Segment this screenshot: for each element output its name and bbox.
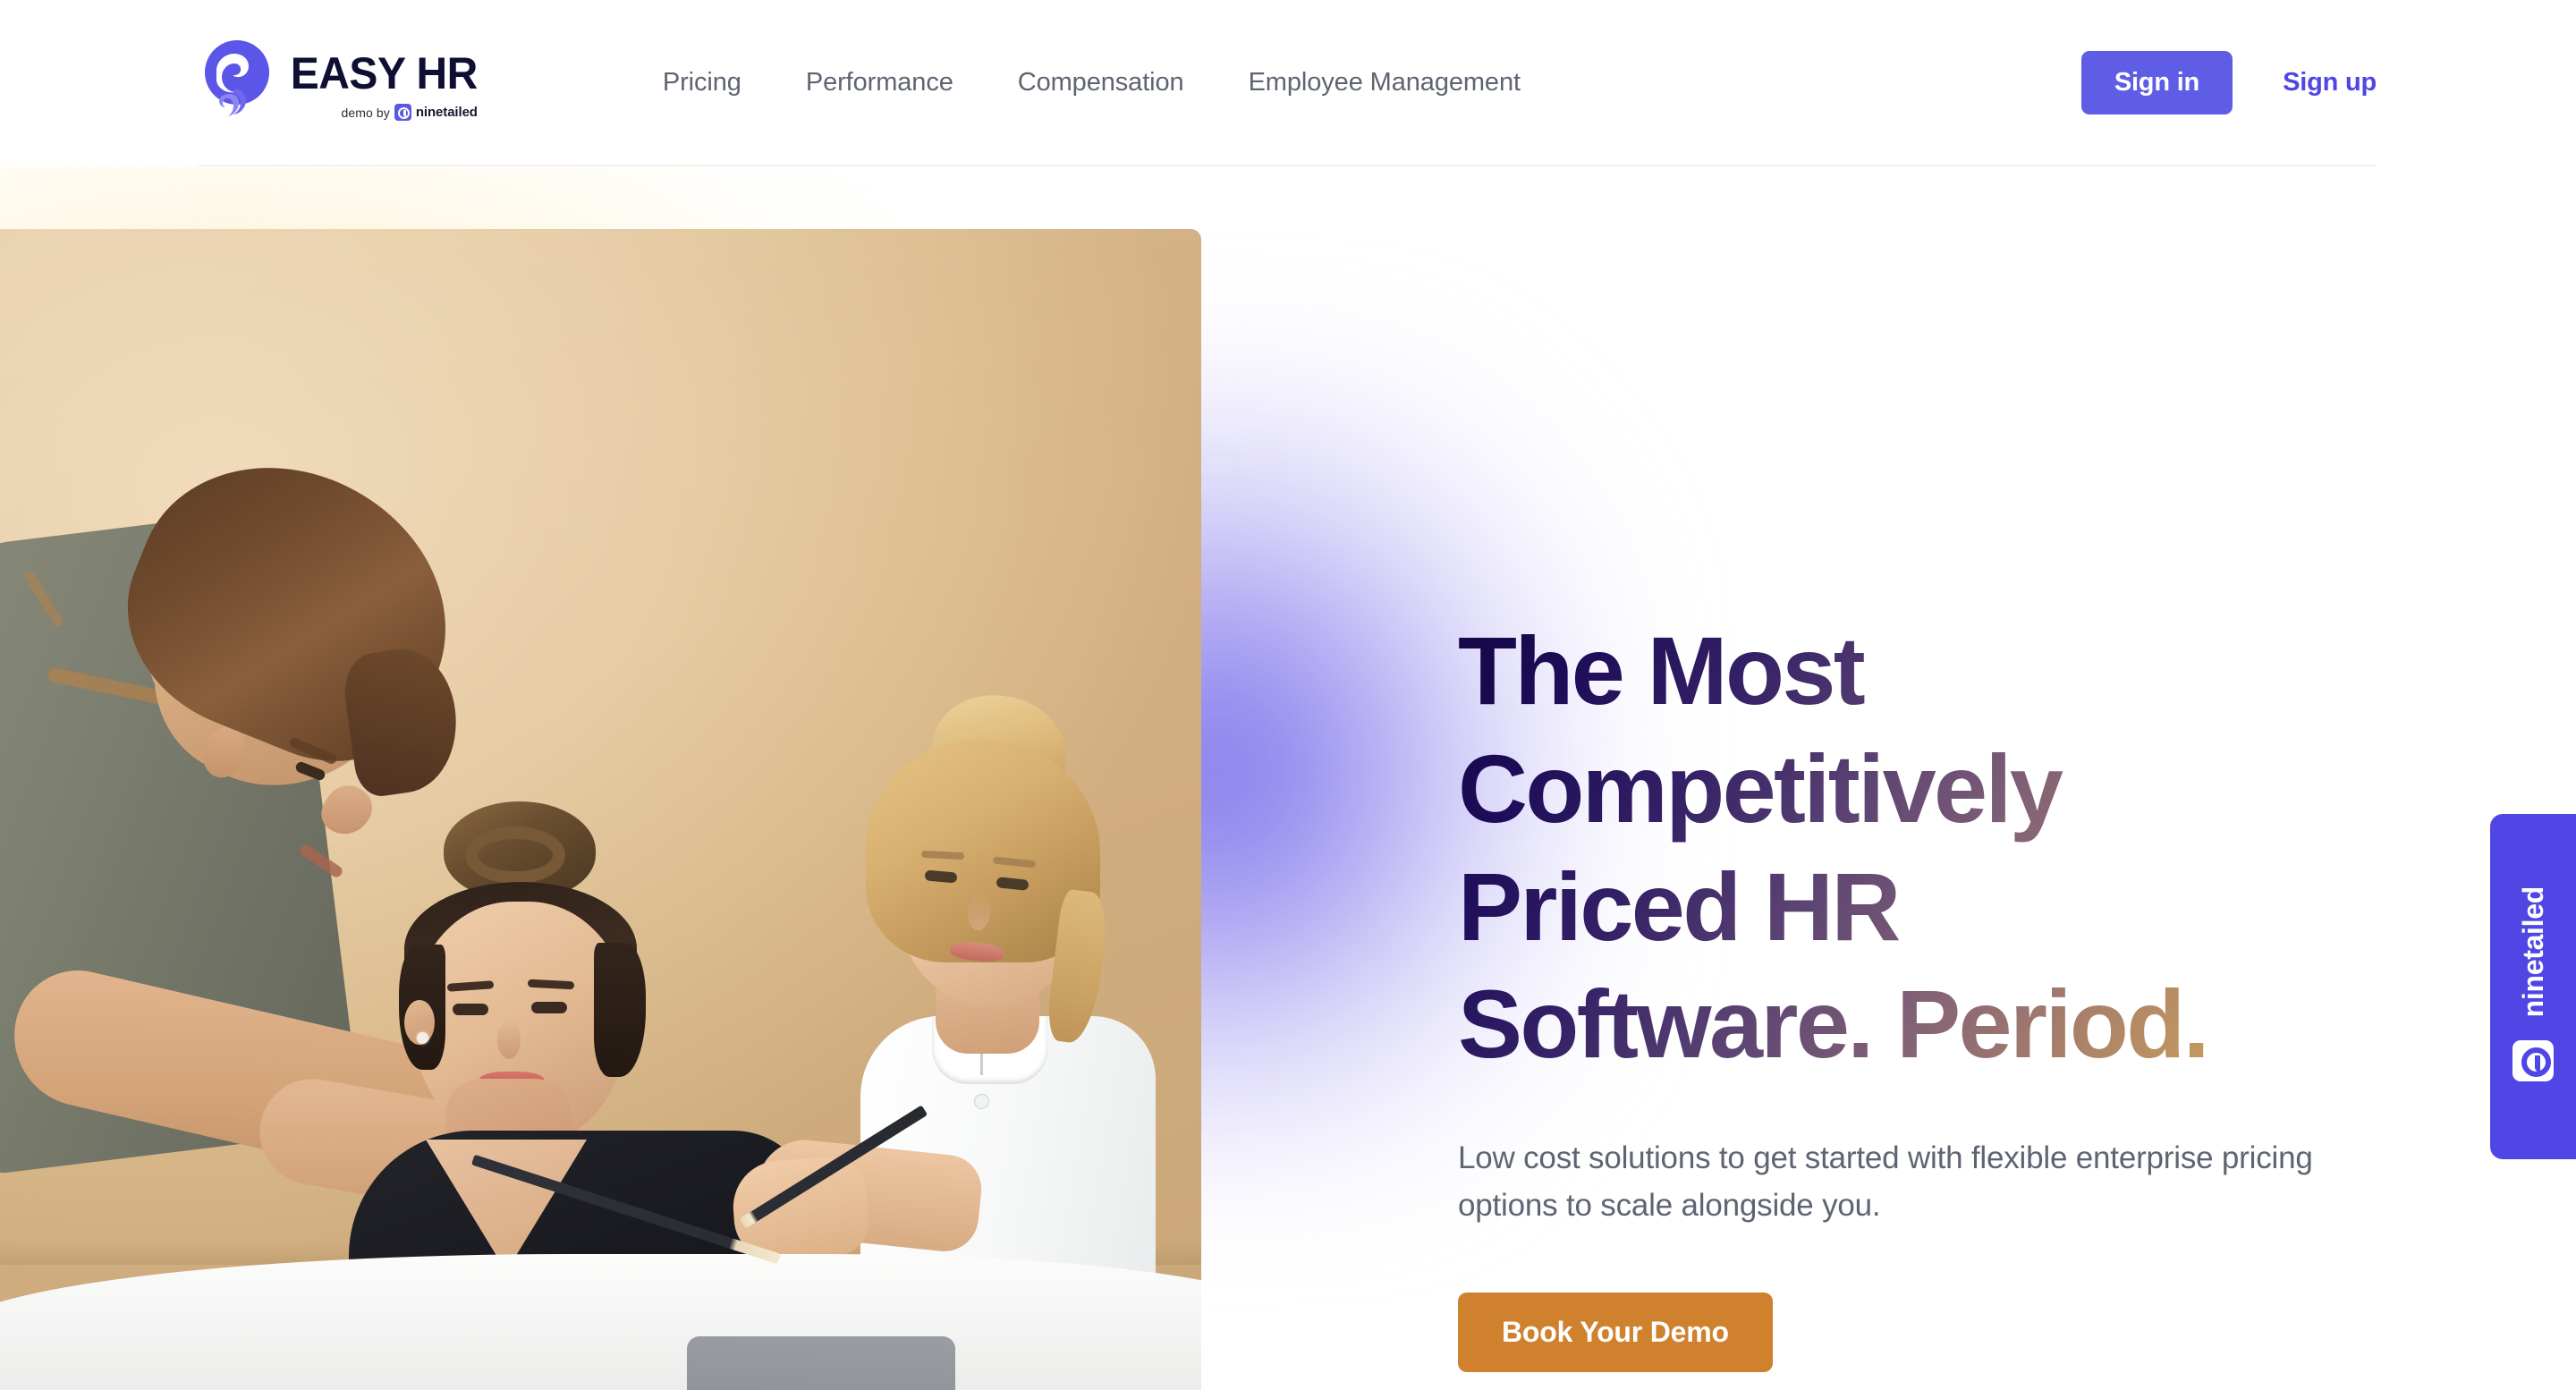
sign-in-button[interactable]: Sign in [2080,50,2233,114]
logo-easy-hr[interactable]: EASY HR demo by ninetailed [199,38,478,121]
logo-text-group: EASY HR demo by ninetailed [283,38,478,121]
logo-brand-name: ninetailed [415,105,478,120]
book-demo-button[interactable]: Book Your Demo [1458,1293,1773,1373]
hero-image [0,229,1201,1390]
nav-item-performance[interactable]: Performance [806,68,953,97]
ninetailed-badge-icon [2512,1040,2554,1082]
header-container: EASY HR demo by ninetailed Pricing Perfo… [199,0,2377,166]
hero-headline: The Most Competitively Priced HR Softwar… [1458,612,2379,1083]
landing-page: EASY HR demo by ninetailed Pricing Perfo… [0,0,2576,1390]
person-right-button [975,1095,988,1108]
hero-image-scene [0,229,1201,1390]
person-center-nose [497,1020,521,1059]
auth-actions: Sign in Sign up [2080,50,2377,114]
nav-item-pricing[interactable]: Pricing [663,68,741,97]
logo-subline: demo by ninetailed [341,104,478,121]
sign-up-link[interactable]: Sign up [2283,68,2377,97]
person-center-hair-right [594,943,646,1077]
hero-section: The Most Competitively Priced HR Softwar… [0,167,2576,1390]
ninetailed-badge-icon [394,104,411,121]
ninetailed-side-tab[interactable]: ninetailed [2490,814,2576,1159]
primary-nav: Pricing Performance Compensation Employe… [663,68,1521,97]
headline-line-2: Competitively [1458,733,2062,843]
hero-copy: The Most Competitively Priced HR Softwar… [1458,167,2379,1373]
side-tab-label: ninetailed [2516,886,2549,1018]
nav-item-compensation[interactable]: Compensation [1018,68,1184,97]
logo-demo-prefix: demo by [341,105,390,120]
headline-line-4: Software. Period. [1458,970,2207,1079]
desk-surface [0,1254,1201,1390]
ninetailed-swirl-icon [199,38,275,121]
person-center-eye-right [531,1002,567,1013]
headline-line-1: The Most [1458,616,1864,725]
person-center-hair-knot [465,826,565,884]
hero-cta-row: Book Your Demo [1458,1293,2379,1373]
nav-item-employee-management[interactable]: Employee Management [1249,68,1521,97]
person-center-earring [417,1032,428,1044]
hero-subcopy: Low cost solutions to get started with f… [1458,1140,2313,1224]
laptop-lid [687,1336,955,1390]
person-center-eye-left [453,1004,488,1015]
site-header: EASY HR demo by ninetailed Pricing Perfo… [0,0,2576,167]
logo-wordmark: EASY HR [290,48,479,98]
headline-line-3: Priced HR [1458,852,1899,961]
